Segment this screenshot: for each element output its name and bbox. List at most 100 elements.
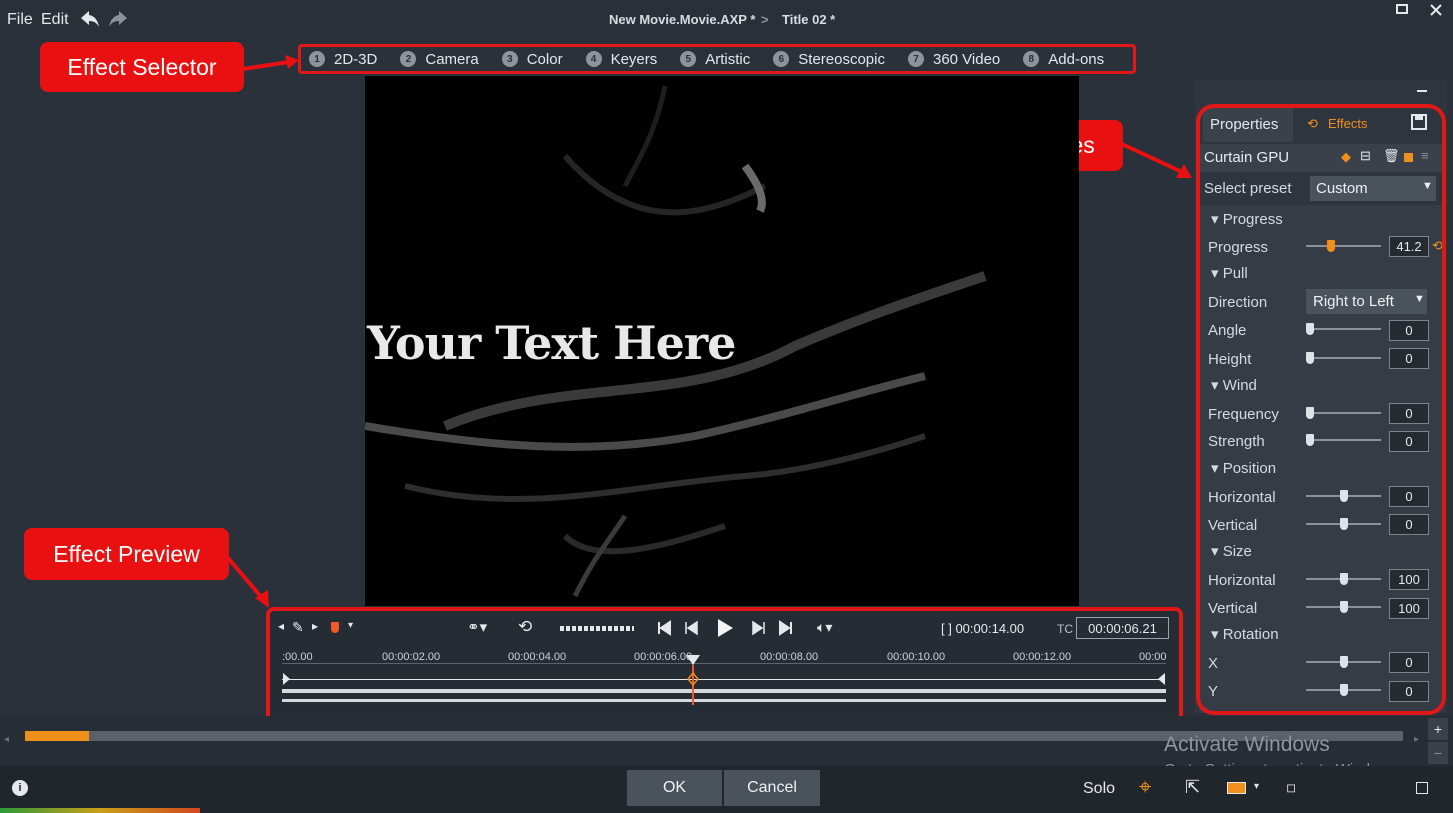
- scroll-left-icon[interactable]: ◂: [4, 734, 9, 745]
- bottom-bar: i OK Cancel Solo ⌖ ⇱ ▾ ◽︎: [0, 766, 1453, 813]
- strength-slider[interactable]: [1306, 432, 1381, 448]
- progress-value[interactable]: 41.2: [1389, 236, 1429, 257]
- loop-icon[interactable]: ⟲: [518, 617, 532, 637]
- chevron-down-icon[interactable]: ▾: [1254, 781, 1259, 792]
- clip-track-lower: [282, 699, 1166, 702]
- zoom-out-icon[interactable]: −: [1428, 742, 1448, 764]
- next-marker-icon[interactable]: ▸: [312, 619, 318, 633]
- rotation-y-slider[interactable]: [1306, 682, 1381, 698]
- size-vertical-slider[interactable]: [1306, 599, 1381, 615]
- section-rotation[interactable]: ▾ Rotation: [1211, 625, 1279, 643]
- trim-out-handle-icon[interactable]: [1156, 673, 1166, 685]
- section-position[interactable]: ▾ Position: [1211, 459, 1276, 477]
- frequency-slider[interactable]: [1306, 405, 1381, 421]
- height-value[interactable]: 0: [1389, 348, 1429, 369]
- position-horizontal-slider[interactable]: [1306, 488, 1381, 504]
- prev-marker-icon[interactable]: ◂: [278, 619, 284, 633]
- section-wind[interactable]: ▾ Wind: [1211, 376, 1257, 394]
- shuttle-control[interactable]: [560, 626, 634, 631]
- zoom-in-icon[interactable]: +: [1428, 718, 1448, 740]
- volume-icon[interactable]: 🔈︎▾: [817, 619, 832, 636]
- ok-button[interactable]: OK: [627, 770, 722, 806]
- category-number: 7: [907, 51, 924, 67]
- marker-dropdown-icon[interactable]: ▾: [348, 620, 353, 631]
- crosshair-icon[interactable]: ⌖: [1139, 774, 1151, 800]
- angle-value[interactable]: 0: [1389, 320, 1429, 341]
- progress-slider[interactable]: [1306, 238, 1381, 254]
- direction-select[interactable]: Right to Left ▼: [1306, 289, 1427, 314]
- category-add-ons[interactable]: 8 Add-ons: [1023, 51, 1104, 68]
- preset-select[interactable]: Custom ▼: [1310, 176, 1436, 201]
- category-camera[interactable]: 2 Camera: [400, 51, 479, 68]
- solo-button[interactable]: Solo: [1083, 780, 1115, 798]
- save-icon[interactable]: [1411, 114, 1427, 130]
- cancel-button[interactable]: Cancel: [724, 770, 820, 806]
- angle-slider[interactable]: [1306, 321, 1381, 337]
- effect-header: Curtain GPU ◆ ⊟ 🗑︎ ≡: [1199, 144, 1444, 172]
- close-icon[interactable]: [1430, 4, 1442, 16]
- marker-icon[interactable]: [331, 622, 339, 633]
- category-keyers[interactable]: 4 Keyers: [585, 51, 657, 68]
- layout-icon[interactable]: ◽︎: [1286, 779, 1296, 796]
- position-vertical-value[interactable]: 0: [1389, 514, 1429, 535]
- category-artistic[interactable]: 5 Artistic: [680, 51, 750, 68]
- category-label: Stereoscopic: [798, 50, 885, 68]
- delete-icon[interactable]: 🗑︎: [1383, 148, 1400, 164]
- strength-value[interactable]: 0: [1389, 431, 1429, 452]
- duration-readout: [ ] 00:00:14.00: [941, 621, 1025, 636]
- minimize-panel-icon[interactable]: [1417, 90, 1427, 92]
- category-2d-3d[interactable]: 1 2D-3D: [309, 51, 377, 68]
- menu-icon[interactable]: ≡: [1421, 148, 1429, 163]
- playhead[interactable]: [685, 655, 701, 705]
- color-swatch-icon[interactable]: [1227, 782, 1246, 794]
- go-to-end-icon[interactable]: [778, 620, 794, 636]
- category-number: 2: [400, 51, 417, 67]
- step-back-icon[interactable]: [684, 620, 700, 636]
- enable-toggle-icon[interactable]: [1404, 153, 1413, 162]
- scrollbar-thumb[interactable]: [25, 731, 89, 741]
- size-vertical-value[interactable]: 100: [1389, 598, 1429, 619]
- rotation-y-value[interactable]: 0: [1389, 681, 1429, 702]
- section-pull[interactable]: ▾ Pull: [1211, 264, 1248, 282]
- play-icon[interactable]: [715, 617, 735, 639]
- info-icon[interactable]: i: [12, 780, 28, 796]
- redo-icon[interactable]: [107, 9, 129, 29]
- category-color[interactable]: 3 Color: [501, 51, 563, 68]
- callout-arrow-icon: [243, 55, 299, 71]
- position-horizontal-value[interactable]: 0: [1389, 486, 1429, 507]
- fullscreen-icon[interactable]: [1416, 782, 1428, 794]
- section-label: Position: [1222, 460, 1277, 477]
- tick-label: 00:00:10.00: [887, 651, 946, 663]
- position-vertical-slider[interactable]: [1306, 516, 1381, 532]
- glasses-icon[interactable]: ⚭▾: [467, 618, 487, 636]
- section-progress[interactable]: ▾ Progress: [1211, 210, 1283, 228]
- keyframe-icon[interactable]: ◆: [1341, 149, 1351, 165]
- tab-effects[interactable]: Effects: [1328, 116, 1368, 131]
- image-icon[interactable]: ⊟: [1360, 148, 1371, 164]
- reset-icon[interactable]: ⟲: [1432, 238, 1443, 254]
- tick-label: 00:00:12.00: [1013, 651, 1072, 663]
- timecode-field[interactable]: 00:00:06.21: [1076, 617, 1169, 639]
- go-to-start-icon[interactable]: [656, 620, 672, 636]
- undo-icon[interactable]: [79, 9, 101, 29]
- frequency-value[interactable]: 0: [1389, 403, 1429, 424]
- category-360-video[interactable]: 7 360 Video: [907, 51, 1000, 68]
- size-horizontal-slider[interactable]: [1306, 571, 1381, 587]
- marker-edit-icon[interactable]: ✎: [292, 619, 304, 636]
- edit-menu[interactable]: Edit: [41, 11, 69, 29]
- size-horizontal-value[interactable]: 100: [1389, 569, 1429, 590]
- maximize-icon[interactable]: [1396, 4, 1408, 14]
- step-forward-icon[interactable]: [750, 620, 766, 636]
- height-slider[interactable]: [1306, 350, 1381, 366]
- trim-in-handle-icon[interactable]: [282, 673, 292, 685]
- export-icon[interactable]: ⇱: [1185, 777, 1200, 798]
- rotation-x-slider[interactable]: [1306, 654, 1381, 670]
- rotation-x-value[interactable]: 0: [1389, 652, 1429, 673]
- tick-label: 00:00:06.00: [634, 651, 693, 663]
- category-stereoscopic[interactable]: 6 Stereoscopic: [773, 51, 885, 68]
- scroll-right-icon[interactable]: ▸: [1414, 734, 1419, 745]
- file-menu[interactable]: File: [7, 11, 33, 29]
- section-size[interactable]: ▾ Size: [1211, 542, 1252, 560]
- category-label: Artistic: [705, 50, 751, 68]
- tab-properties[interactable]: Properties: [1203, 108, 1293, 142]
